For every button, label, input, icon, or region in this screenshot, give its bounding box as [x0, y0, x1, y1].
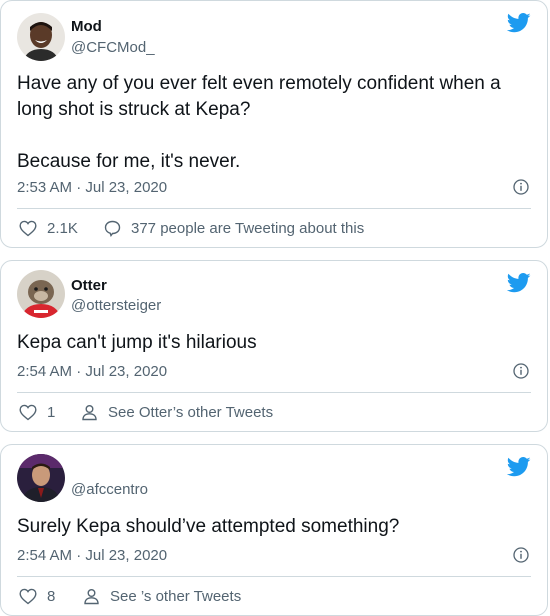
tweet-text: Have any of you ever felt even remotely … [17, 73, 501, 172]
author-name[interactable]: Otter [71, 277, 107, 294]
like-count: 1 [47, 404, 56, 421]
profile-link-text: See ’s other Tweets [110, 588, 242, 605]
info-icon[interactable] [513, 547, 529, 563]
tweet-card[interactable]: @afccentro Surely Kepa should’ve attempt… [0, 444, 548, 616]
tweet-card[interactable]: Otter @ottersteiger Kepa can't jump it's… [0, 260, 548, 432]
like-button[interactable]: 2.1K [19, 220, 78, 237]
tweet-timestamp[interactable]: 2:54 AM · Jul 23, 2020 [17, 547, 167, 564]
tweet-text: Kepa can't jump it's hilarious [17, 332, 257, 353]
divider [17, 576, 531, 577]
person-icon [84, 589, 99, 605]
author-handle[interactable]: @CFCMod_ [71, 39, 155, 56]
twitter-bird-icon[interactable] [507, 457, 531, 477]
person-avatar-icon [17, 454, 65, 502]
like-count: 8 [47, 588, 56, 605]
author-handle[interactable]: @afccentro [71, 481, 148, 498]
tweet-text: Surely Kepa should’ve attempted somethin… [17, 516, 400, 537]
heart-icon [19, 588, 37, 605]
avatar[interactable] [17, 13, 65, 61]
author-name[interactable]: Mod [71, 18, 102, 35]
heart-icon [19, 404, 37, 421]
divider [17, 392, 531, 393]
info-icon[interactable] [513, 179, 529, 195]
twitter-bird-icon[interactable] [507, 273, 531, 293]
like-button[interactable]: 1 [19, 404, 55, 421]
divider [17, 208, 531, 209]
conversation-text: 377 people are Tweeting about this [131, 220, 365, 237]
tweet-timestamp[interactable]: 2:53 AM · Jul 23, 2020 [17, 179, 167, 196]
info-icon[interactable] [513, 363, 529, 379]
otter-avatar-icon [17, 270, 65, 318]
conversation-link[interactable]: 377 people are Tweeting about this [104, 220, 364, 237]
like-count: 2.1K [47, 220, 78, 237]
tweet-card[interactable]: Mod @CFCMod_ Have any of you ever felt e… [0, 0, 548, 248]
tweet-timestamp[interactable]: 2:54 AM · Jul 23, 2020 [17, 363, 167, 380]
person-icon [82, 405, 97, 421]
like-button[interactable]: 8 [19, 588, 55, 605]
profile-link[interactable]: See ’s other Tweets [83, 588, 241, 605]
author-handle[interactable]: @ottersteiger [71, 297, 161, 314]
heart-icon [19, 220, 37, 237]
avatar[interactable] [17, 454, 65, 502]
avatar[interactable] [17, 270, 65, 318]
profile-link[interactable]: See Otter’s other Tweets [81, 404, 273, 421]
profile-link-text: See Otter’s other Tweets [108, 404, 274, 421]
twitter-bird-icon[interactable] [507, 13, 531, 33]
speech-bubble-icon [104, 220, 121, 237]
person-avatar-icon [17, 13, 65, 61]
